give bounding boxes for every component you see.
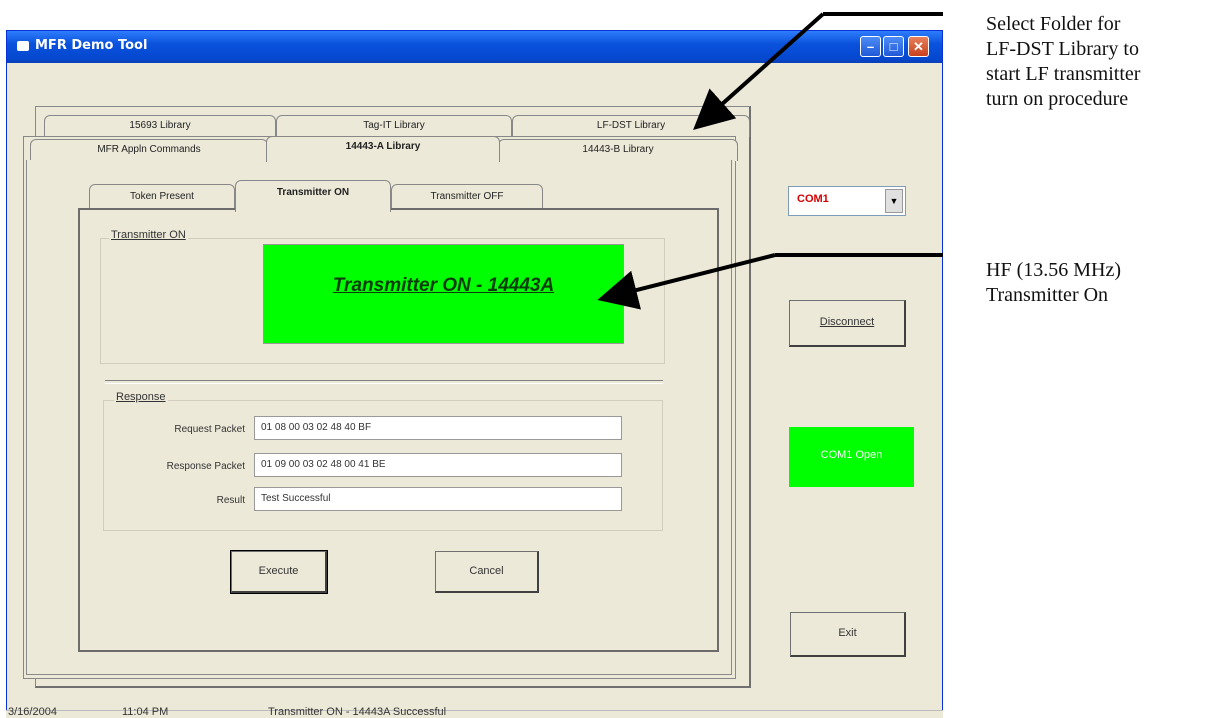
annotation-lf-dst-line-3: start LF transmitter (986, 63, 1141, 85)
annotation-lf-dst-line-1: Select Folder for (986, 13, 1121, 35)
annotation-lf-dst: Select Folder for LF-DST Library to star… (986, 12, 1140, 112)
tab-14443-a-library[interactable]: 14443-A Library (266, 136, 500, 162)
tab-transmitter-on[interactable]: Transmitter ON (235, 180, 391, 212)
annotation-lf-dst-line-4: turn on procedure (986, 88, 1129, 110)
annotation-lf-dst-line-2: LF-DST Library to (986, 38, 1139, 60)
arrow-hf-icon (597, 253, 776, 310)
annotation-hf-line-2: Transmitter On (986, 284, 1109, 306)
arrow-lf-dst-icon (693, 12, 825, 130)
annotation-hf: HF (13.56 MHz) Transmitter On (986, 258, 1121, 308)
annotation-hf-line-1: HF (13.56 MHz) (986, 259, 1121, 281)
